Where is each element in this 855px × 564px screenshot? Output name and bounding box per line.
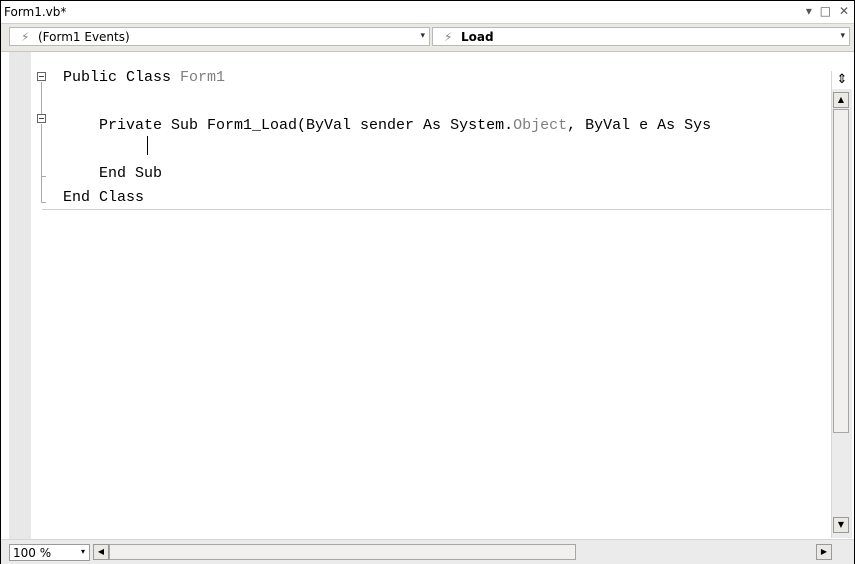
collapse-sub-icon[interactable]	[37, 114, 46, 123]
scroll-left-button[interactable]: ◀	[93, 544, 109, 560]
outline-guide	[41, 202, 46, 203]
code-token: , ByVal e As Sys	[567, 117, 712, 134]
collapse-class-icon[interactable]	[37, 72, 46, 81]
window-controls: ▾ □ ✕	[804, 4, 850, 18]
scroll-right-button[interactable]: ▶	[816, 544, 832, 560]
text-caret	[147, 136, 148, 155]
indicator-margin[interactable]	[9, 52, 31, 539]
code-token: End Sub	[63, 165, 163, 182]
type-token: Object	[513, 117, 568, 134]
navigation-bar: ⚡ (Form1 Events) ▾ ⚡ Load ▾	[1, 24, 854, 52]
vertical-scroll-thumb[interactable]	[833, 109, 849, 433]
code-line[interactable]: Private Sub Form1_Load(ByVal sender As S…	[63, 114, 711, 138]
scroll-down-button[interactable]: ▼	[833, 517, 849, 533]
horizontal-scroll-thumb[interactable]	[109, 544, 576, 560]
lightning-bolt-icon: ⚡	[21, 30, 30, 44]
maximize-icon[interactable]: □	[820, 4, 832, 18]
zoom-dropdown[interactable]: 100 % ▾	[9, 544, 90, 561]
end-of-document-line	[42, 209, 831, 210]
code-line[interactable]: End Class	[63, 186, 711, 210]
outline-guide	[41, 82, 42, 114]
type-token: Form1	[180, 69, 226, 86]
document-title[interactable]: Form1.vb*	[4, 5, 66, 19]
code-line[interactable]	[63, 138, 711, 162]
lightning-bolt-icon: ⚡	[444, 30, 453, 44]
code-token: Private Sub Form1_Load(ByVal sender As S…	[63, 117, 514, 134]
code-line[interactable]	[63, 90, 711, 114]
outline-guide	[41, 176, 42, 202]
vertical-scrollbar[interactable]: ⇕ ▲ ▼	[831, 71, 852, 538]
chevron-down-icon[interactable]: ▾	[81, 547, 85, 556]
zoom-value: 100 %	[13, 546, 52, 560]
close-icon[interactable]: ✕	[839, 4, 850, 18]
document-tab-bar: Form1.vb* ▾ □ ✕	[1, 1, 854, 24]
class-name-value: (Form1 Events)	[38, 30, 130, 44]
code-editor-window: Form1.vb* ▾ □ ✕ ⚡ (Form1 Events) ▾ ⚡ Loa…	[0, 0, 855, 564]
code-editor[interactable]: Public Class Form1 Private Sub Form1_Loa…	[1, 52, 854, 539]
scroll-up-button[interactable]: ▲	[833, 92, 849, 108]
code-line[interactable]: End Sub	[63, 162, 711, 186]
method-name-value: Load	[461, 30, 494, 44]
window-position-dropdown-icon[interactable]: ▾	[806, 4, 813, 18]
outlining-margin	[31, 52, 45, 539]
chevron-down-icon[interactable]: ▾	[840, 31, 845, 41]
code-text[interactable]: Public Class Form1 Private Sub Form1_Loa…	[63, 66, 711, 210]
code-line[interactable]: Public Class Form1	[63, 66, 711, 90]
outline-guide	[41, 124, 42, 176]
code-token: Public Class	[63, 69, 181, 86]
method-name-dropdown[interactable]: ⚡ Load ▾	[432, 27, 850, 46]
split-window-handle-icon[interactable]: ⇕	[832, 71, 852, 89]
code-token: End Class	[63, 189, 145, 206]
chevron-down-icon[interactable]: ▾	[420, 31, 425, 41]
bottom-bar: 100 % ▾ ◀ ▶	[1, 539, 854, 564]
class-name-dropdown[interactable]: ⚡ (Form1 Events) ▾	[9, 27, 430, 46]
